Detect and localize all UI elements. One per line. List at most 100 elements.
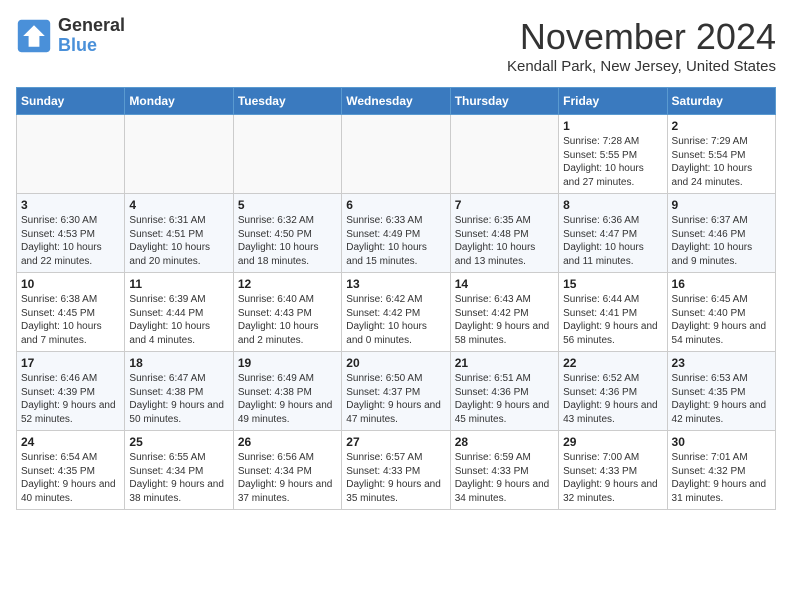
calendar-cell: 27 Sunrise: 6:57 AM Sunset: 4:33 PM Dayli…: [342, 431, 450, 510]
calendar-cell: 18 Sunrise: 6:47 AM Sunset: 4:38 PM Dayli…: [125, 352, 233, 431]
weekday-header-saturday: Saturday: [667, 88, 775, 115]
calendar-cell: 10 Sunrise: 6:38 AM Sunset: 4:45 PM Dayli…: [17, 273, 125, 352]
calendar-week-row: 1 Sunrise: 7:28 AM Sunset: 5:55 PM Daylig…: [17, 115, 776, 194]
day-info: Sunrise: 6:45 AM Sunset: 4:40 PM Dayligh…: [672, 293, 771, 347]
weekday-header-sunday: Sunday: [17, 88, 125, 115]
weekday-header-thursday: Thursday: [450, 88, 558, 115]
location-title: Kendall Park, New Jersey, United States: [507, 58, 776, 75]
calendar-cell: 26 Sunrise: 6:56 AM Sunset: 4:34 PM Dayli…: [233, 431, 341, 510]
day-number: 25: [129, 435, 228, 449]
weekday-header-wednesday: Wednesday: [342, 88, 450, 115]
day-number: 17: [21, 356, 120, 370]
day-number: 10: [21, 277, 120, 291]
day-number: 13: [346, 277, 445, 291]
day-number: 30: [672, 435, 771, 449]
day-number: 8: [563, 198, 662, 212]
day-info: Sunrise: 6:35 AM Sunset: 4:48 PM Dayligh…: [455, 214, 554, 268]
day-info: Sunrise: 7:28 AM Sunset: 5:55 PM Dayligh…: [563, 135, 662, 189]
day-info: Sunrise: 6:53 AM Sunset: 4:35 PM Dayligh…: [672, 372, 771, 426]
day-info: Sunrise: 6:39 AM Sunset: 4:44 PM Dayligh…: [129, 293, 228, 347]
calendar-cell: 19Sunrise: 6:49 AM Sunset: 4:38 PM Dayli…: [233, 352, 341, 431]
calendar-cell: 17 Sunrise: 6:46 AM Sunset: 4:39 PM Dayli…: [17, 352, 125, 431]
day-number: 24: [21, 435, 120, 449]
day-number: 18: [129, 356, 228, 370]
day-number: 9: [672, 198, 771, 212]
calendar-cell: 4 Sunrise: 6:31 AM Sunset: 4:51 PM Daylig…: [125, 194, 233, 273]
calendar-cell: 12 Sunrise: 6:40 AM Sunset: 4:43 PM Dayli…: [233, 273, 341, 352]
calendar-cell: 8Sunrise: 6:36 AM Sunset: 4:47 PM Daylig…: [559, 194, 667, 273]
day-info: Sunrise: 6:30 AM Sunset: 4:53 PM Dayligh…: [21, 214, 120, 268]
day-number: 5: [238, 198, 337, 212]
calendar-cell: 25 Sunrise: 6:55 AM Sunset: 4:34 PM Dayli…: [125, 431, 233, 510]
day-number: 16: [672, 277, 771, 291]
calendar-cell: [233, 115, 341, 194]
day-number: 21: [455, 356, 554, 370]
calendar-header-row: SundayMondayTuesdayWednesdayThursdayFrid…: [17, 88, 776, 115]
day-number: 6: [346, 198, 445, 212]
day-info: Sunrise: 6:46 AM Sunset: 4:39 PM Dayligh…: [21, 372, 120, 426]
day-info: Sunrise: 6:59 AM Sunset: 4:33 PM Dayligh…: [455, 451, 554, 505]
day-info: Sunrise: 6:31 AM Sunset: 4:51 PM Dayligh…: [129, 214, 228, 268]
calendar-cell: 15 Sunrise: 6:44 AM Sunset: 4:41 PM Dayli…: [559, 273, 667, 352]
month-title: November 2024: [507, 16, 776, 58]
day-number: 4: [129, 198, 228, 212]
day-info: Sunrise: 6:52 AM Sunset: 4:36 PM Dayligh…: [563, 372, 662, 426]
day-number: 29: [563, 435, 662, 449]
day-number: 7: [455, 198, 554, 212]
day-info: Sunrise: 6:50 AM Sunset: 4:37 PM Dayligh…: [346, 372, 445, 426]
weekday-header-tuesday: Tuesday: [233, 88, 341, 115]
day-number: 22: [563, 356, 662, 370]
calendar-cell: 11Sunrise: 6:39 AM Sunset: 4:44 PM Dayli…: [125, 273, 233, 352]
day-number: 2: [672, 119, 771, 133]
calendar-cell: 24 Sunrise: 6:54 AM Sunset: 4:35 PM Dayli…: [17, 431, 125, 510]
calendar-cell: 7 Sunrise: 6:35 AM Sunset: 4:48 PM Daylig…: [450, 194, 558, 273]
calendar-cell: 29 Sunrise: 7:00 AM Sunset: 4:33 PM Dayli…: [559, 431, 667, 510]
day-info: Sunrise: 7:01 AM Sunset: 4:32 PM Dayligh…: [672, 451, 771, 505]
calendar-week-row: 3 Sunrise: 6:30 AM Sunset: 4:53 PM Daylig…: [17, 194, 776, 273]
calendar-cell: 23 Sunrise: 6:53 AM Sunset: 4:35 PM Dayli…: [667, 352, 775, 431]
day-number: 15: [563, 277, 662, 291]
day-info: Sunrise: 6:51 AM Sunset: 4:36 PM Dayligh…: [455, 372, 554, 426]
weekday-header-friday: Friday: [559, 88, 667, 115]
calendar-cell: 28 Sunrise: 6:59 AM Sunset: 4:33 PM Dayli…: [450, 431, 558, 510]
day-info: Sunrise: 6:42 AM Sunset: 4:42 PM Dayligh…: [346, 293, 445, 347]
day-number: 1: [563, 119, 662, 133]
day-info: Sunrise: 6:40 AM Sunset: 4:43 PM Dayligh…: [238, 293, 337, 347]
calendar-cell: 2 Sunrise: 7:29 AM Sunset: 5:54 PM Daylig…: [667, 115, 775, 194]
calendar-cell: 22 Sunrise: 6:52 AM Sunset: 4:36 PM Dayli…: [559, 352, 667, 431]
day-number: 27: [346, 435, 445, 449]
day-number: 26: [238, 435, 337, 449]
day-number: 14: [455, 277, 554, 291]
day-info: Sunrise: 7:29 AM Sunset: 5:54 PM Dayligh…: [672, 135, 771, 189]
day-number: 23: [672, 356, 771, 370]
calendar-cell: [17, 115, 125, 194]
calendar-table: SundayMondayTuesdayWednesdayThursdayFrid…: [16, 87, 776, 510]
calendar-cell: 3 Sunrise: 6:30 AM Sunset: 4:53 PM Daylig…: [17, 194, 125, 273]
calendar-week-row: 24 Sunrise: 6:54 AM Sunset: 4:35 PM Dayli…: [17, 431, 776, 510]
calendar-cell: [450, 115, 558, 194]
calendar-cell: [125, 115, 233, 194]
day-info: Sunrise: 6:57 AM Sunset: 4:33 PM Dayligh…: [346, 451, 445, 505]
calendar-cell: 16 Sunrise: 6:45 AM Sunset: 4:40 PM Dayli…: [667, 273, 775, 352]
day-info: Sunrise: 6:56 AM Sunset: 4:34 PM Dayligh…: [238, 451, 337, 505]
day-number: 19: [238, 356, 337, 370]
day-info: Sunrise: 6:38 AM Sunset: 4:45 PM Dayligh…: [21, 293, 120, 347]
weekday-header-monday: Monday: [125, 88, 233, 115]
day-info: Sunrise: 7:00 AM Sunset: 4:33 PM Dayligh…: [563, 451, 662, 505]
day-info: Sunrise: 6:43 AM Sunset: 4:42 PM Dayligh…: [455, 293, 554, 347]
day-info: Sunrise: 6:55 AM Sunset: 4:34 PM Dayligh…: [129, 451, 228, 505]
calendar-cell: 6Sunrise: 6:33 AM Sunset: 4:49 PM Daylig…: [342, 194, 450, 273]
calendar-cell: 9Sunrise: 6:37 AM Sunset: 4:46 PM Daylig…: [667, 194, 775, 273]
calendar-cell: 30 Sunrise: 7:01 AM Sunset: 4:32 PM Dayli…: [667, 431, 775, 510]
page-header: General Blue November 2024 Kendall Park,…: [16, 16, 776, 75]
calendar-cell: [342, 115, 450, 194]
day-info: Sunrise: 6:54 AM Sunset: 4:35 PM Dayligh…: [21, 451, 120, 505]
day-info: Sunrise: 6:32 AM Sunset: 4:50 PM Dayligh…: [238, 214, 337, 268]
logo: General Blue: [16, 16, 125, 56]
day-number: 12: [238, 277, 337, 291]
day-number: 3: [21, 198, 120, 212]
day-number: 28: [455, 435, 554, 449]
day-info: Sunrise: 6:47 AM Sunset: 4:38 PM Dayligh…: [129, 372, 228, 426]
calendar-cell: 5 Sunrise: 6:32 AM Sunset: 4:50 PM Daylig…: [233, 194, 341, 273]
day-info: Sunrise: 6:44 AM Sunset: 4:41 PM Dayligh…: [563, 293, 662, 347]
